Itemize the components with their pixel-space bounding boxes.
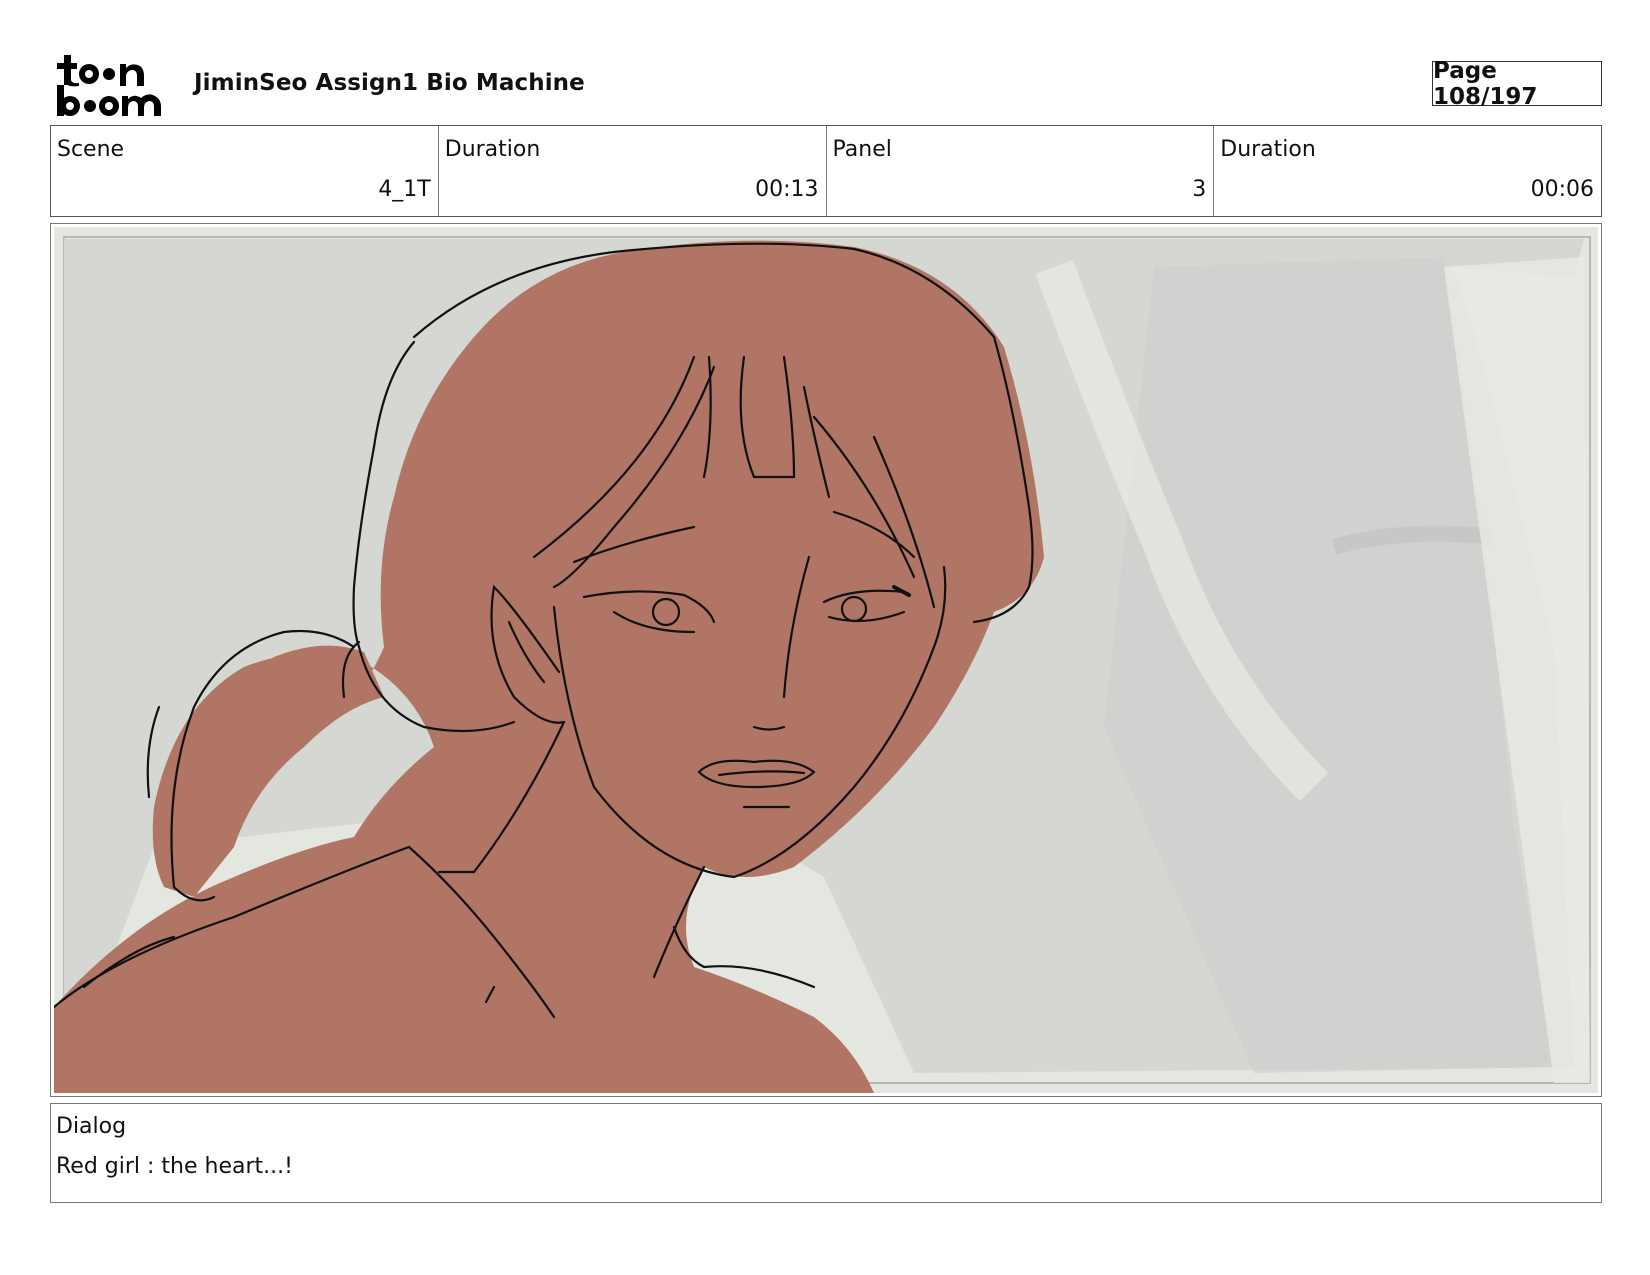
panel-label: Panel	[832, 137, 892, 162]
scene-value: 4_1T	[378, 177, 431, 202]
panel-duration-label: Duration	[1220, 137, 1316, 162]
scene-duration-label: Duration	[444, 137, 541, 162]
panel-duration-cell: Duration 00:06	[1213, 126, 1601, 216]
storyboard-panel-image	[50, 223, 1602, 1097]
dialog-text: Red girl : the heart...!	[56, 1154, 293, 1179]
panel-value: 3	[1192, 177, 1207, 202]
project-title: JiminSeo Assign1 Bio Machine	[194, 70, 585, 96]
dialog-label: Dialog	[56, 1114, 127, 1139]
dialog-box: Dialog Red girl : the heart...!	[50, 1103, 1602, 1203]
toon-boom-logo	[54, 52, 172, 118]
panel-duration-value: 00:06	[1530, 177, 1594, 202]
scene-duration-value: 00:13	[755, 177, 819, 202]
panel-drawing	[54, 227, 1598, 1093]
scene-info-table: Scene 4_1T Duration 00:13 Panel 3 Durati…	[50, 125, 1602, 217]
scene-duration-cell: Duration 00:13	[437, 126, 826, 216]
page-number-badge: Page 108/197	[1432, 58, 1602, 110]
panel-cell: Panel 3	[825, 126, 1214, 216]
scene-cell: Scene 4_1T	[51, 126, 438, 216]
scene-label: Scene	[57, 137, 125, 162]
